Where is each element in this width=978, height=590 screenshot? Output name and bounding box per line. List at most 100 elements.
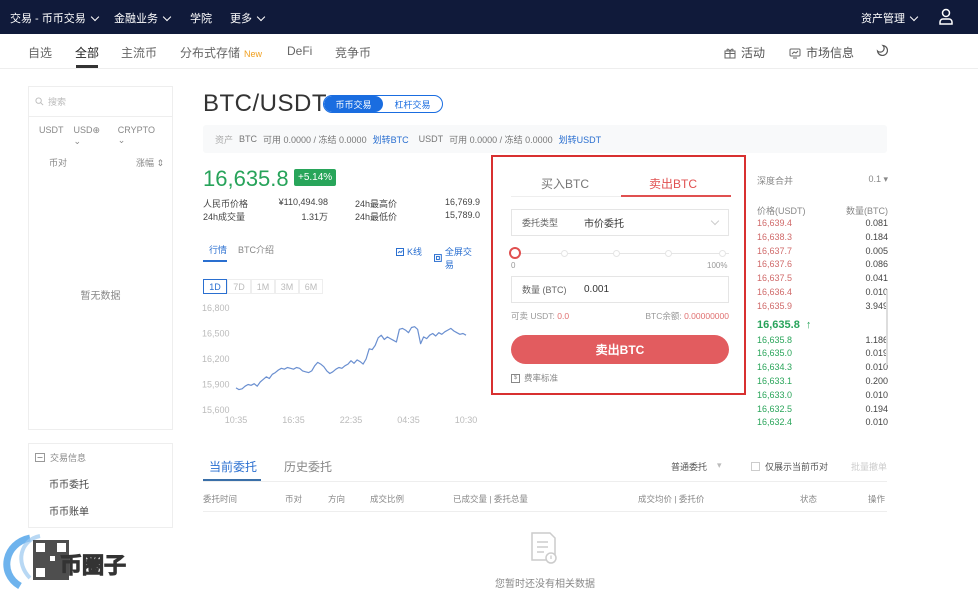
slider-mark-25[interactable] [561,250,568,257]
market-info-link[interactable]: 市场信息 [789,44,854,61]
nav-more[interactable]: 更多 [230,10,266,26]
ask-price: 16,637.7 [757,245,793,256]
spot-bills-link[interactable]: 币币账单 [29,503,172,518]
theme-toggle[interactable] [876,44,888,56]
activity-link[interactable]: 活动 [724,44,765,61]
range-6m[interactable]: 6M [299,279,323,294]
range-1m[interactable]: 1M [251,279,275,294]
kline-button[interactable]: K线 [396,245,422,258]
list-icon [35,453,45,462]
tab-storage[interactable]: 分布式存储 New [180,44,262,61]
col-side: 方向 [328,494,346,504]
tab-competitor-coins[interactable]: 竞争币 [335,44,371,61]
bid-price: 16,635.0 [757,348,793,359]
chevron-down-icon [909,12,919,21]
chart-tab-indicator [203,260,227,262]
ask-row[interactable]: 16,638.3 0.184 [757,232,888,246]
nav-finance[interactable]: 金融业务 [114,10,172,26]
order-type-select[interactable]: 委托类型 市价委托 [511,209,729,236]
nav-trade[interactable]: 交易 - 币币交易 [10,10,100,26]
balance-value: 0.00000000 [684,311,729,321]
col-change: 涨幅 [135,158,154,168]
slider-handle[interactable] [509,247,521,259]
tab-buy-btc[interactable]: 买入BTC [541,175,589,192]
ask-price: 16,637.5 [757,273,793,284]
price-series-line [235,326,467,391]
range-7d[interactable]: 7D [227,279,251,294]
price-line-chart[interactable]: 16,800 16,500 16,200 15,900 15,60010:35 16:35… [198,298,483,428]
batch-cancel-button[interactable]: 批量撤单 [851,460,887,473]
ask-price: 16,639.4 [757,218,793,228]
amount-slider[interactable] [509,247,729,260]
sell-btc-button[interactable]: 卖出BTC [511,335,729,364]
checkbox-icon [751,462,760,471]
bid-price: 16,635.8 [757,334,793,345]
dollar-icon: $ [511,373,520,383]
search-placeholder: 搜索 [48,97,67,107]
ask-quantity: 0.010 [865,286,888,297]
range-1d[interactable]: 1D [203,279,227,294]
slider-mark-75[interactable] [665,250,672,257]
order-book-scrollbar[interactable] [886,290,888,365]
nav-academy[interactable]: 学院 [190,10,212,26]
bid-row[interactable]: 16,633.0 0.010 [757,390,888,404]
tab-sell-btc[interactable]: 卖出BTC [649,175,697,192]
quantity-input[interactable]: 数量 (BTC) 0.001 [511,276,729,303]
tab-defi[interactable]: DeFi [287,44,312,58]
tab-all[interactable]: 全部 [75,44,99,61]
col-pair: 币对 [285,494,303,504]
ask-row[interactable]: 16,637.6 0.086 [757,259,888,273]
range-3m[interactable]: 3M [275,279,299,294]
trade-mode-switch: 币币交易 杠杆交易 [323,95,443,113]
bid-row[interactable]: 16,635.8 1.186 [757,335,888,349]
ask-row[interactable]: 16,639.4 0.081 [757,218,888,232]
transfer-btc-link[interactable]: 划转BTC [373,133,409,146]
nav-asset-management[interactable]: 资产管理 [861,10,919,26]
available-usdt: 可卖 USDT: 0.0 [511,310,569,322]
buy-sell-tabs: 买入BTC 卖出BTC [511,175,731,197]
slider-mark-100[interactable] [719,250,726,257]
slider-mark-50[interactable] [613,250,620,257]
depth-merge-select[interactable]: 0.1 ▾ [868,174,888,194]
bid-row[interactable]: 16,633.1 0.200 [757,376,888,390]
ask-row[interactable]: 16,636.4 0.010 [757,287,888,301]
filter-usdt[interactable]: USDT [39,125,64,147]
fullscreen-button[interactable]: 全屏交易 [434,245,480,271]
bid-row[interactable]: 16,635.0 0.019 [757,348,888,362]
tab-market[interactable]: 行情 [209,243,227,256]
tab-favorites[interactable]: 自选 [28,44,52,61]
ask-row[interactable]: 16,637.7 0.005 [757,246,888,260]
tab-btc-intro[interactable]: BTC介绍 [238,243,274,256]
ask-row[interactable]: 16,635.9 3.949 [757,301,888,315]
search-icon [35,97,44,106]
ask-quantity: 0.081 [865,218,888,228]
bid-quantity: 0.200 [865,375,888,386]
filter-crypto[interactable]: CRYPTO ⌄ [118,125,162,147]
transfer-usdt-link[interactable]: 划转USDT [559,133,602,146]
tab-mainstream[interactable]: 主流币 [121,44,157,61]
kline-label: K线 [407,247,423,257]
usdt-label: USDT [418,134,444,144]
depth-merge-value: 0.1 [868,174,881,184]
user-button[interactable] [938,8,954,25]
x-tick-label: 16:35 [282,415,305,425]
bid-row[interactable]: 16,632.4 0.010 [757,417,888,431]
sort-by-change[interactable]: 涨幅 ⇕ [136,156,164,169]
watermark-logo: 币圈子 [3,534,127,589]
empty-orders-message: 您暂时还没有相关数据 [495,579,595,590]
order-type-filter[interactable]: 普通委托 ▾ [671,460,722,473]
bid-row[interactable]: 16,634.3 0.010 [757,362,888,376]
fee-label: 费率标准 [524,373,559,383]
only-current-pair-checkbox[interactable]: 仅展示当前币对 [751,460,828,473]
mode-spot[interactable]: 币币交易 [324,96,383,112]
pair-search-input[interactable]: 搜索 [29,87,172,117]
filter-usd[interactable]: USD⊕ ⌄ [74,125,108,147]
spot-orders-link[interactable]: 币币委托 [29,476,172,491]
fee-standard-link[interactable]: $ 费率标准 [511,372,558,384]
mode-margin[interactable]: 杠杆交易 [383,96,442,112]
tab-order-history[interactable]: 历史委托 [284,458,332,475]
btc-balance: 可用 0.0000 / 冻结 0.0000 [263,134,367,145]
tab-current-orders[interactable]: 当前委托 [209,458,257,475]
ask-row[interactable]: 16,637.5 0.041 [757,273,888,287]
bid-row[interactable]: 16,632.5 0.194 [757,404,888,418]
